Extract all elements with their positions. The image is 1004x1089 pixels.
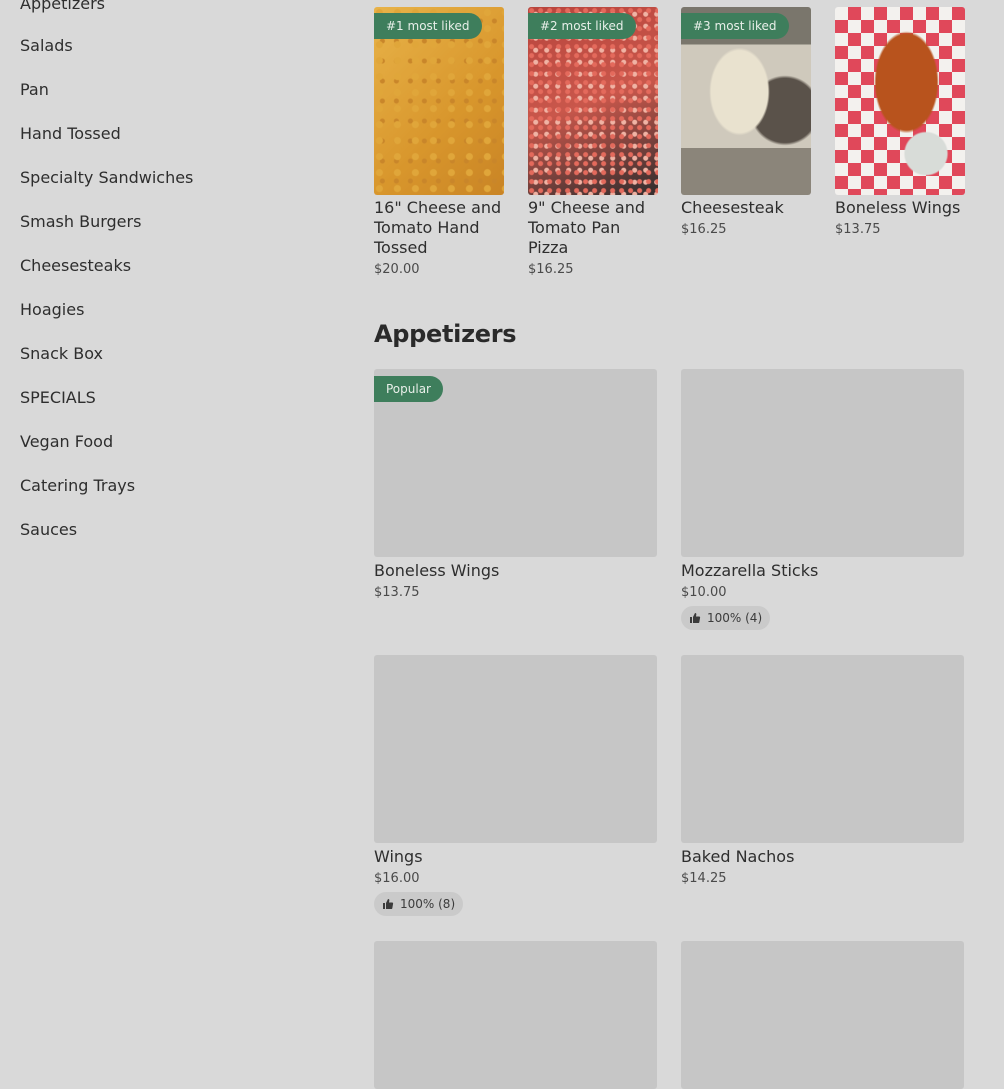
sidebar-item-catering-trays[interactable]: Catering Trays — [20, 476, 135, 496]
item-price: $13.75 — [374, 585, 420, 600]
item-price: $10.00 — [681, 585, 727, 600]
item-image-placeholder — [681, 369, 964, 557]
sidebar-item-hoagies[interactable]: Hoagies — [20, 300, 84, 320]
item-image-placeholder — [681, 655, 964, 843]
menu-item-card[interactable] — [681, 941, 964, 1089]
sidebar-item-vegan-food[interactable]: Vegan Food — [20, 432, 113, 452]
most-liked-badge: #1 most liked — [374, 13, 482, 39]
most-liked-badge: #2 most liked — [528, 13, 636, 39]
menu-item-card[interactable] — [374, 941, 657, 1089]
most-liked-badge: #3 most liked — [681, 13, 789, 39]
section-title: Appetizers — [374, 320, 517, 348]
menu-item-card[interactable]: Popular Boneless Wings $13.75 — [374, 369, 657, 609]
sidebar-item-salads[interactable]: Salads — [20, 36, 73, 56]
item-price: $14.25 — [681, 871, 727, 886]
sidebar-item-snack-box[interactable]: Snack Box — [20, 344, 103, 364]
item-price: $16.00 — [374, 871, 420, 886]
sidebar-item-pan[interactable]: Pan — [20, 80, 49, 100]
sidebar-item-smash-burgers[interactable]: Smash Burgers — [20, 212, 141, 232]
sidebar-item-cheesesteaks[interactable]: Cheesesteaks — [20, 256, 131, 276]
rating-text: 100% (4) — [707, 611, 763, 625]
item-name: 16" Cheese and Tomato Hand Tossed — [374, 198, 502, 257]
item-price: $16.25 — [528, 262, 574, 277]
popular-badge: Popular — [374, 376, 443, 402]
most-liked-card-4[interactable]: Boneless Wings $13.75 — [835, 0, 965, 250]
item-price: $20.00 — [374, 262, 420, 277]
boneless-wings-image — [835, 7, 965, 195]
most-liked-card-3[interactable]: #3 most liked Cheesesteak $16.25 — [681, 0, 811, 250]
item-name: Cheesesteak — [681, 198, 784, 217]
sidebar-item-sauces[interactable]: Sauces — [20, 520, 77, 540]
item-name: Baked Nachos — [681, 847, 795, 866]
item-image-placeholder — [374, 655, 657, 843]
item-name: Wings — [374, 847, 423, 866]
menu-item-card[interactable]: Wings $16.00 100% (8) — [374, 655, 657, 920]
item-image-placeholder — [374, 941, 657, 1089]
item-name: 9" Cheese and Tomato Pan Pizza — [528, 198, 645, 257]
thumbs-up-icon — [383, 899, 394, 909]
most-liked-card-1[interactable]: #1 most liked 16" Cheese and Tomato Hand… — [374, 0, 504, 290]
rating-badge: 100% (8) — [374, 892, 464, 916]
item-name: Boneless Wings — [835, 198, 961, 217]
rating-text: 100% (8) — [400, 897, 456, 911]
item-price: $16.25 — [681, 222, 727, 237]
most-liked-card-2[interactable]: #2 most liked 9" Cheese and Tomato Pan P… — [528, 0, 658, 290]
item-image-placeholder — [681, 941, 964, 1089]
rating-badge: 100% (4) — [681, 606, 771, 630]
menu-item-card[interactable]: Baked Nachos $14.25 — [681, 655, 964, 895]
sidebar-item-appetizers[interactable]: Appetizers — [20, 0, 105, 14]
item-name: Mozzarella Sticks — [681, 561, 819, 580]
item-price: $13.75 — [835, 222, 881, 237]
item-name: Boneless Wings — [374, 561, 500, 580]
sidebar-item-hand-tossed[interactable]: Hand Tossed — [20, 124, 121, 144]
thumbs-up-icon — [690, 613, 701, 623]
sidebar-item-specials[interactable]: SPECIALS — [20, 388, 96, 408]
menu-item-card[interactable]: Mozzarella Sticks $10.00 100% (4) — [681, 369, 964, 634]
sidebar-item-specialty-sandwiches[interactable]: Specialty Sandwiches — [20, 168, 193, 188]
